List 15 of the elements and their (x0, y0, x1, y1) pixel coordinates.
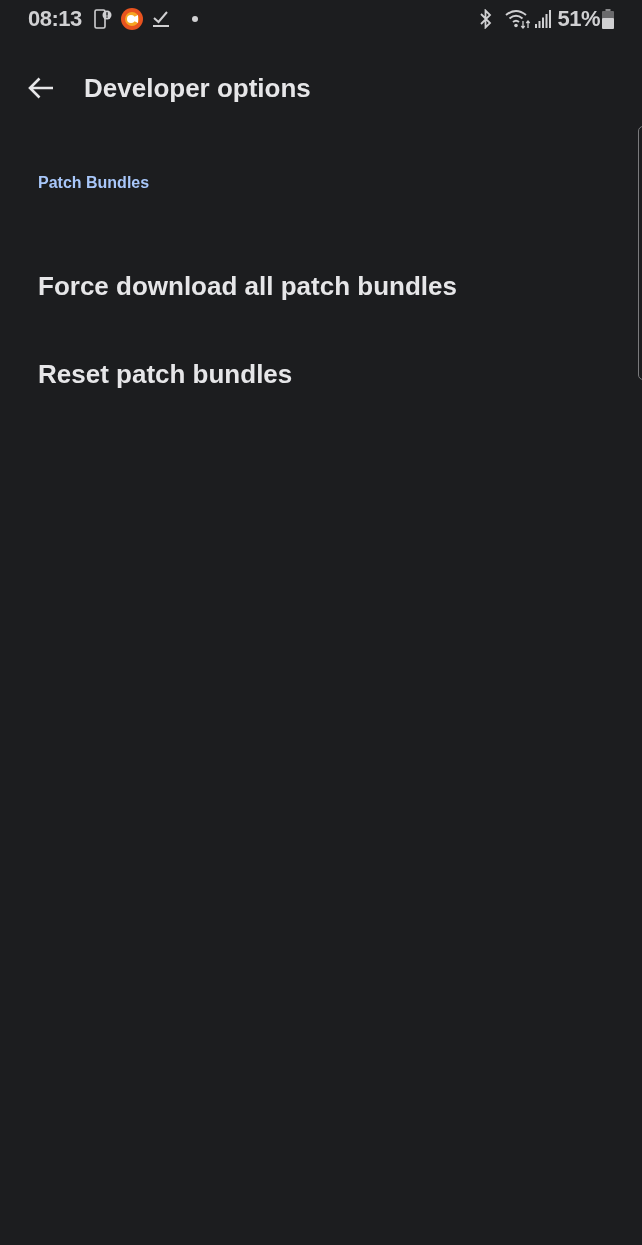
status-time: 08:13 (28, 6, 82, 32)
phone-alert-icon (93, 9, 112, 29)
signal-icon (535, 10, 552, 28)
recorder-app-icon (120, 8, 143, 30)
bluetooth-icon (479, 9, 494, 29)
page-title: Developer options (84, 72, 311, 104)
wifi-icon (505, 9, 532, 29)
settings-item[interactable]: Reset patch bundles (0, 330, 642, 418)
check-underline-icon (151, 10, 170, 28)
back-arrow-icon (28, 77, 54, 99)
battery-icon (602, 9, 614, 29)
section-header: Patch Bundles (37, 174, 151, 192)
settings-item[interactable]: Force download all patch bundles (0, 242, 642, 330)
notification-dot-icon (191, 16, 198, 22)
battery-percent: 51% (557, 6, 600, 32)
